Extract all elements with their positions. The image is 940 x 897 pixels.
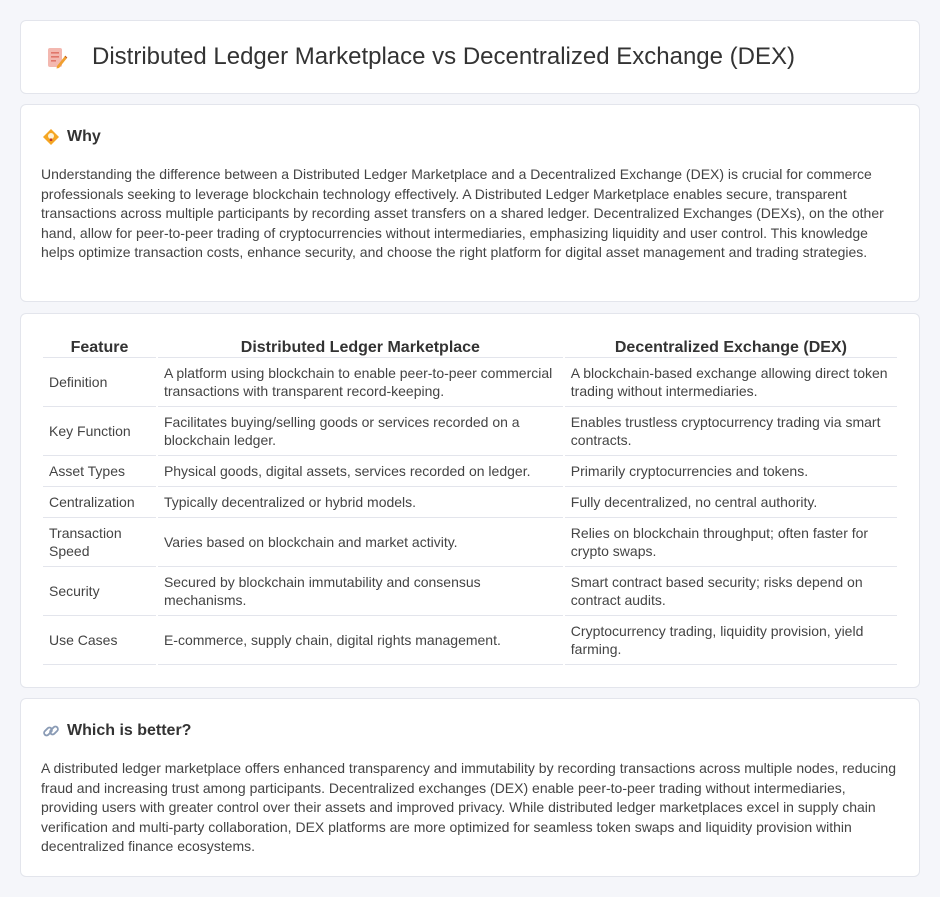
feature-cell: Use Cases <box>43 616 156 665</box>
dlm-cell: Facilitates buying/selling goods or serv… <box>157 407 563 456</box>
feature-cell: Transaction Speed <box>43 518 156 567</box>
dex-cell: Fully decentralized, no central authorit… <box>564 487 897 518</box>
table-row: Asset Types Physical goods, digital asse… <box>43 456 897 487</box>
dlm-cell: E-commerce, supply chain, digital rights… <box>157 616 563 665</box>
dlm-cell: Varies based on blockchain and market ac… <box>157 518 563 567</box>
dlm-cell: A platform using blockchain to enable pe… <box>157 358 563 407</box>
which-better-section: Which is better? A distributed ledger ma… <box>20 698 920 877</box>
better-heading: Which is better? <box>41 721 191 741</box>
dex-cell: Relies on blockchain throughput; often f… <box>564 518 897 567</box>
feature-cell: Asset Types <box>43 456 156 487</box>
table-row: Key Function Facilitates buying/selling … <box>43 407 897 456</box>
column-header: Decentralized Exchange (DEX) <box>564 336 897 358</box>
page-title: Distributed Ledger Marketplace vs Decent… <box>92 43 795 70</box>
comparison-section: Feature Distributed Ledger Marketplace D… <box>20 313 920 688</box>
table-row: Security Secured by blockchain immutabil… <box>43 567 897 616</box>
dlm-cell: Typically decentralized or hybrid models… <box>157 487 563 518</box>
table-row: Transaction Speed Varies based on blockc… <box>43 518 897 567</box>
feature-cell: Key Function <box>43 407 156 456</box>
dex-cell: Enables trustless cryptocurrency trading… <box>564 407 897 456</box>
table-header-row: Feature Distributed Ledger Marketplace D… <box>43 336 897 358</box>
dex-cell: Primarily cryptocurrencies and tokens. <box>564 456 897 487</box>
table-row: Centralization Typically decentralized o… <box>43 487 897 518</box>
why-section: Why Understanding the difference between… <box>20 104 920 302</box>
diamond-lightbulb-icon <box>43 129 59 145</box>
why-heading: Why <box>41 127 101 147</box>
better-title: Which is better? <box>67 722 192 739</box>
feature-cell: Definition <box>43 358 156 407</box>
column-header: Distributed Ledger Marketplace <box>157 336 563 358</box>
header-card: Distributed Ledger Marketplace vs Decent… <box>20 20 920 94</box>
document-pencil-icon <box>48 48 68 69</box>
why-title: Why <box>67 128 101 145</box>
dlm-cell: Physical goods, digital assets, services… <box>157 456 563 487</box>
table-row: Definition A platform using blockchain t… <box>43 358 897 407</box>
link-icon <box>43 725 59 737</box>
dex-cell: A blockchain-based exchange allowing dir… <box>564 358 897 407</box>
feature-cell: Centralization <box>43 487 156 518</box>
dex-cell: Cryptocurrency trading, liquidity provis… <box>564 616 897 665</box>
comparison-table: Feature Distributed Ledger Marketplace D… <box>41 336 899 665</box>
feature-cell: Security <box>43 567 156 616</box>
dlm-cell: Secured by blockchain immutability and c… <box>157 567 563 616</box>
why-text: Understanding the difference between a D… <box>41 166 884 260</box>
column-header: Feature <box>43 336 156 358</box>
dex-cell: Smart contract based security; risks dep… <box>564 567 897 616</box>
better-text: A distributed ledger marketplace offers … <box>41 760 896 854</box>
table-row: Use Cases E-commerce, supply chain, digi… <box>43 616 897 665</box>
